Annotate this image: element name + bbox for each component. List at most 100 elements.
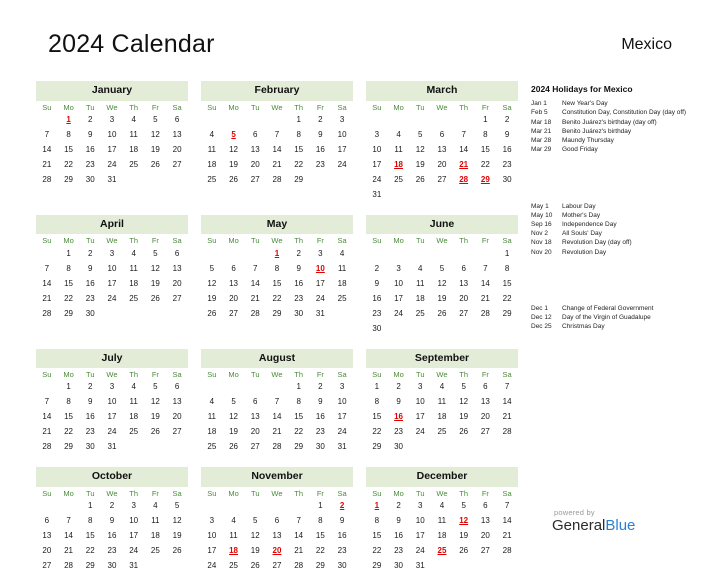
- day-cell: 24: [337, 159, 347, 169]
- day-cell: 29: [372, 561, 382, 571]
- day-cell: 14: [272, 412, 282, 422]
- day-cell: 5: [418, 129, 423, 139]
- day-cell: 14: [502, 397, 512, 407]
- day-cell: 21: [272, 159, 282, 169]
- day-cell: 19: [150, 412, 160, 422]
- week-row: 1 2 3 4 5 6: [36, 247, 188, 262]
- day-cell: 29: [64, 308, 73, 318]
- day-cell-holiday: 21: [459, 159, 469, 169]
- weekday-header: Tu: [86, 236, 95, 246]
- holiday-date: Dec 25: [531, 323, 552, 331]
- day-cell-holiday: 10: [315, 263, 325, 273]
- day-cell: 7: [504, 382, 510, 392]
- day-cell: 26: [150, 427, 160, 437]
- day-cell: 20: [459, 293, 469, 303]
- day-cell: 17: [372, 159, 382, 169]
- day-cell: 13: [480, 397, 490, 407]
- day-cell: 11: [151, 516, 160, 526]
- month-day-grid: Su Mo Tu We Th Fr Sa 1 2 3 4 5 6 7 8 9 10 11 12 13 14 15 16 17 1…: [201, 102, 353, 188]
- week-row: 1 2 3 4 5 6: [36, 380, 188, 395]
- day-cell: 15: [315, 531, 325, 541]
- day-cell: 30: [394, 442, 403, 452]
- day-cell-empty: [431, 559, 453, 574]
- day-cell: 19: [250, 546, 260, 556]
- day-cell: 18: [337, 278, 347, 288]
- weekday-header: Mo: [228, 102, 239, 112]
- month-title: June: [366, 214, 518, 235]
- day-cell: 8: [318, 516, 323, 526]
- day-cell: 10: [337, 397, 347, 407]
- day-cell: 12: [150, 129, 160, 139]
- day-cell: 23: [337, 546, 347, 556]
- day-cell: 15: [502, 278, 512, 288]
- day-cell: 16: [315, 144, 325, 154]
- week-row: 23 24 25 26 27 28 29: [366, 307, 518, 322]
- day-cell: 3: [374, 129, 380, 139]
- day-cell: 4: [209, 397, 215, 407]
- weekday-header: Th: [294, 488, 304, 498]
- weekday-header: We: [436, 488, 448, 498]
- week-row: 12: [201, 499, 353, 514]
- weekday-header: Fr: [316, 102, 324, 112]
- day-cell: 5: [439, 263, 445, 273]
- week-row: 17 18 19 20 21 22 23: [201, 544, 353, 559]
- week-row: 29 30 31: [366, 559, 518, 574]
- weekday-header: We: [271, 370, 283, 380]
- day-cell: 18: [129, 412, 139, 422]
- day-cell-holiday: 12: [459, 516, 469, 526]
- day-cell: 14: [42, 144, 52, 154]
- day-cell-holiday: 1: [374, 501, 380, 511]
- weekday-header: Su: [42, 370, 52, 380]
- week-row: 25 26 27 28 29: [201, 173, 353, 188]
- holiday-date: May 10: [531, 211, 553, 219]
- weekday-header: We: [106, 488, 118, 498]
- day-cell: 23: [294, 293, 304, 303]
- week-row: 6 7 8 9 10 11 12: [36, 514, 188, 529]
- day-cell: 4: [131, 114, 136, 124]
- day-cell: 21: [502, 531, 512, 541]
- day-cell: 23: [315, 159, 325, 169]
- month-april: April Su Mo Tu We Th Fr Sa 1 2 3 4 5 6 7 8 9 10 11 12 13 14 15…: [36, 214, 188, 337]
- day-cell: 2: [318, 382, 323, 392]
- day-cell-empty: [201, 113, 223, 128]
- week-row: 22 23 24 25 26 27 28: [366, 544, 518, 559]
- weekday-header: Th: [294, 236, 304, 246]
- day-cell: 25: [337, 293, 347, 303]
- day-cell: 24: [107, 427, 117, 437]
- day-cell: 26: [229, 174, 238, 184]
- day-cell: 27: [480, 546, 490, 556]
- week-row: 26 27 28 29 30 31: [201, 307, 353, 322]
- weekday-header: Su: [42, 102, 52, 112]
- weekday-header: Fr: [151, 370, 159, 380]
- weekday-header: Th: [459, 488, 469, 498]
- day-cell: 10: [415, 397, 425, 407]
- day-cell: 17: [207, 546, 217, 556]
- day-cell-empty: [36, 380, 58, 395]
- day-cell-empty: [201, 380, 223, 395]
- day-cell-empty: [431, 440, 453, 455]
- week-row: 1 2 3: [201, 380, 353, 395]
- weekday-header: Sa: [502, 370, 512, 380]
- day-cell: 16: [337, 531, 347, 541]
- weekday-header: Th: [459, 236, 469, 246]
- day-cell: 14: [502, 516, 512, 526]
- day-cell-empty: [409, 113, 431, 128]
- day-cell: 13: [172, 397, 182, 407]
- day-cell: 11: [337, 263, 347, 273]
- day-cell: 11: [416, 278, 425, 288]
- holiday-entry: Feb 5 Constitution Day, Constitution Day …: [531, 108, 706, 117]
- week-row: 12 13 14 15 16 17 18: [201, 277, 353, 292]
- holiday-name: Change of Federal Government: [562, 304, 654, 312]
- day-cell: 8: [504, 263, 510, 273]
- powered-by-label: powered by: [554, 508, 595, 517]
- holiday-date: Nov 18: [531, 239, 552, 247]
- day-cell: 15: [64, 144, 73, 154]
- day-cell-empty: [166, 440, 188, 455]
- month-title: October: [36, 467, 188, 487]
- day-cell: 18: [437, 531, 447, 541]
- month-title: January: [36, 81, 188, 101]
- day-cell: 29: [315, 561, 325, 571]
- day-cell: 1: [66, 382, 71, 392]
- day-cell-empty: [453, 322, 475, 337]
- week-row: 1 2 3 4: [201, 247, 353, 262]
